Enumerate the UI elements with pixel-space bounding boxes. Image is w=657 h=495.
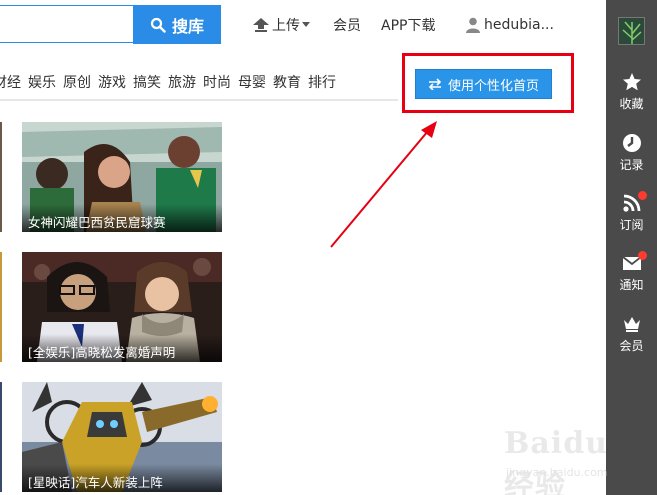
- username: hedubia...: [484, 17, 554, 33]
- offscreen-thumbnail-edge: [0, 252, 2, 362]
- sidebar-item-label: 记录: [619, 158, 644, 172]
- avatar-image: [619, 18, 644, 44]
- swap-icon: [428, 78, 442, 90]
- sidebar-item-favorites[interactable]: 收藏: [606, 72, 657, 118]
- upload-icon: [253, 18, 269, 32]
- crown-icon: [623, 317, 640, 332]
- category-education[interactable]: 教育: [273, 72, 301, 92]
- video-card[interactable]: [全娱乐]高晓松发离婚声明: [22, 252, 222, 362]
- sidebar-item-label: 收藏: [619, 97, 644, 111]
- offscreen-thumbnail-edge: [0, 122, 2, 232]
- sidebar-item-label: 订阅: [619, 218, 644, 232]
- category-original[interactable]: 原创: [63, 72, 91, 92]
- sidebar-item-vip[interactable]: 会员: [606, 314, 657, 360]
- search-button[interactable]: 搜库: [133, 5, 221, 44]
- sidebar-item-notifications[interactable]: 通知: [606, 251, 657, 299]
- user-icon: [466, 17, 480, 33]
- category-fashion[interactable]: 时尚: [203, 72, 231, 92]
- personalize-homepage-button[interactable]: 使用个性化首页: [415, 69, 552, 99]
- sidebar-item-history[interactable]: 记录: [606, 133, 657, 179]
- top-nav: 上传 会员 APP下载 hedubia...: [252, 14, 554, 36]
- avatar[interactable]: [618, 17, 645, 45]
- search-button-label: 搜库: [171, 16, 204, 36]
- nav-app-download-link[interactable]: APP下载: [381, 15, 435, 35]
- category-parenting[interactable]: 母婴: [238, 72, 266, 92]
- category-entertainment[interactable]: 娱乐: [28, 72, 56, 92]
- watermark-url: jingyan.baidu.com: [506, 466, 608, 479]
- notification-dot: [638, 191, 647, 200]
- upload-menu[interactable]: 上传: [252, 15, 310, 35]
- sidebar-item-label: 通知: [619, 278, 644, 292]
- category-ranking[interactable]: 排行: [308, 72, 336, 92]
- upload-label: 上传: [272, 18, 300, 34]
- user-menu[interactable]: hedubia...: [466, 17, 554, 33]
- page: 搜库 上传 会员 APP下载 hedubia... 财经 娱乐 原创 游戏: [0, 0, 657, 495]
- star-icon: [622, 73, 641, 91]
- category-funny[interactable]: 搞笑: [133, 72, 161, 92]
- video-card[interactable]: [星映话]汽车人新装上阵: [22, 382, 222, 492]
- right-sidebar: 收藏 记录 订阅 通知 会员: [606, 0, 657, 495]
- search-icon: [150, 17, 166, 33]
- category-finance[interactable]: 财经: [0, 72, 21, 92]
- category-travel[interactable]: 旅游: [168, 72, 196, 92]
- notification-dot: [638, 251, 647, 260]
- video-caption: [星映话]汽车人新装上阵: [22, 464, 222, 492]
- video-caption: 女神闪耀巴西贫民窟球赛: [22, 204, 222, 232]
- video-caption: [全娱乐]高晓松发离婚声明: [22, 334, 222, 362]
- nav-member-link[interactable]: 会员: [333, 15, 361, 35]
- clock-icon: [622, 134, 641, 152]
- sidebar-item-label: 会员: [619, 339, 644, 353]
- caret-down-icon: [302, 22, 310, 27]
- personalize-label: 使用个性化首页: [447, 78, 539, 94]
- category-games[interactable]: 游戏: [98, 72, 126, 92]
- category-divider: [0, 99, 398, 101]
- search-input[interactable]: [0, 5, 134, 43]
- video-card[interactable]: 女神闪耀巴西贫民窟球赛: [22, 122, 222, 232]
- offscreen-thumbnail-edge: [0, 382, 2, 492]
- sidebar-item-subscriptions[interactable]: 订阅: [606, 191, 657, 239]
- category-nav: 财经 娱乐 原创 游戏 搞笑 旅游 时尚 母婴 教育 排行: [0, 72, 336, 92]
